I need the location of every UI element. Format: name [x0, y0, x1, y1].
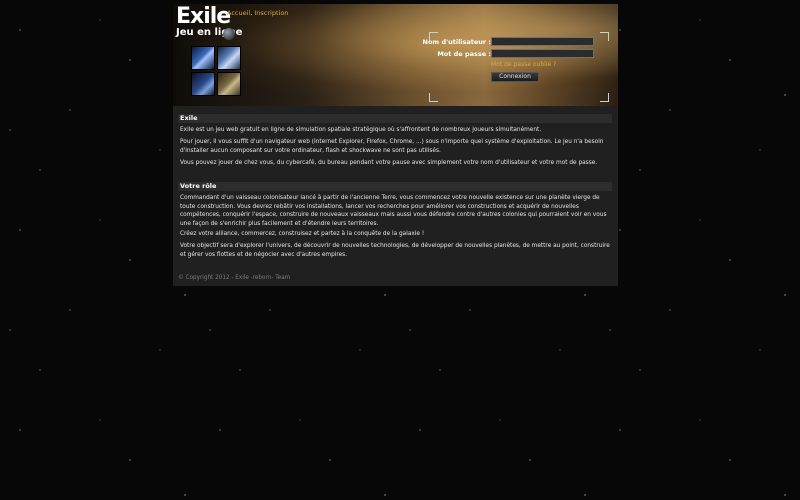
- gallery-thumbnail-3[interactable]: [191, 72, 215, 96]
- frame-corner: [600, 32, 609, 41]
- frame-corner: [600, 93, 609, 102]
- password-field[interactable]: [491, 49, 594, 58]
- header-banner: Exile Jeu en ligne Accueil, Inscription …: [173, 4, 618, 106]
- section-title-exile: Exile: [178, 114, 612, 123]
- main-content: Exile Exile est un jeu web gratuit en li…: [173, 106, 618, 286]
- role-paragraph-2: Créez votre alliance, commercez, constru…: [180, 231, 425, 237]
- nav-link-home[interactable]: Accueil: [227, 9, 250, 17]
- screenshot-gallery: [191, 46, 241, 96]
- top-navigation: Accueil, Inscription: [227, 9, 288, 17]
- gallery-thumbnail-1[interactable]: [191, 46, 215, 70]
- nav-separator: ,: [250, 9, 253, 17]
- role-paragraph-1: Commandant d'un vaisseau colonisateur la…: [180, 195, 607, 227]
- password-label: Mot de passe :: [437, 50, 491, 58]
- planet-icon: [223, 28, 235, 40]
- frame-corner: [429, 93, 438, 102]
- nav-link-register[interactable]: Inscription: [254, 9, 288, 17]
- gallery-thumbnail-4[interactable]: [217, 72, 241, 96]
- section-title-role: Votre rôle: [178, 182, 612, 191]
- page-container: Exile Jeu en ligne Accueil, Inscription …: [173, 4, 618, 286]
- username-label: Nom d'utilisateur :: [422, 38, 491, 46]
- intro-paragraph-2: Pour jouer, il vous suffit d'un navigate…: [180, 139, 604, 154]
- username-field[interactable]: [491, 37, 594, 46]
- footer-copyright: © Copyright 2012 - Exile -reborn- Team: [178, 275, 291, 281]
- intro-paragraph-3: Vous pouvez jouer de chez vous, du cyber…: [180, 160, 598, 166]
- forgot-password-link[interactable]: Mot de passe oublié ?: [491, 61, 556, 68]
- login-button[interactable]: Connexion: [491, 72, 539, 82]
- gallery-thumbnail-2[interactable]: [217, 46, 241, 70]
- intro-paragraph-1: Exile est un jeu web gratuit en ligne de…: [180, 127, 542, 133]
- role-paragraph-3: Votre objectif sera d'explorer l'univers…: [180, 243, 610, 258]
